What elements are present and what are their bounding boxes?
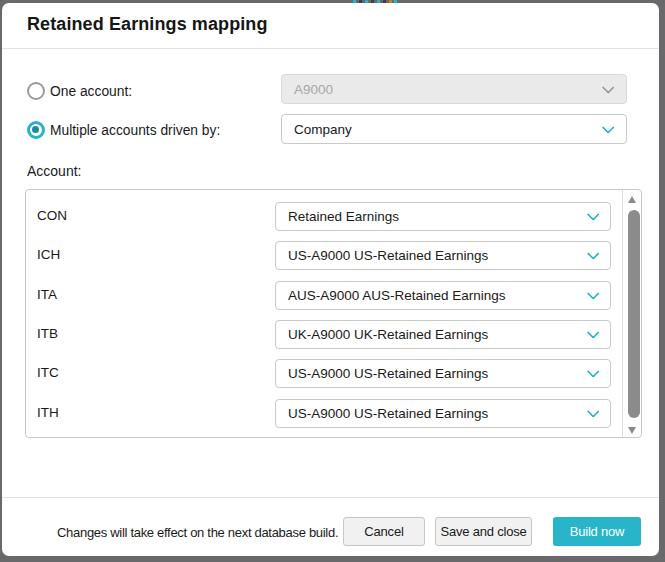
chevron-down-icon xyxy=(587,287,599,299)
account-code: ITB xyxy=(37,326,58,341)
account-select-value: UK-A9000 UK-Retained Earnings xyxy=(288,327,488,342)
account-section-label: Account: xyxy=(27,163,81,179)
chevron-down-icon xyxy=(587,326,599,338)
account-select[interactable]: AUS-A9000 AUS-Retained Earnings xyxy=(275,281,611,310)
scrollbar[interactable] xyxy=(622,190,641,437)
cancel-button[interactable]: Cancel xyxy=(343,517,425,546)
scroll-up-icon[interactable] xyxy=(628,196,636,203)
one-account-select: A9000 xyxy=(281,74,627,104)
multiple-accounts-label: Multiple accounts driven by: xyxy=(50,123,220,138)
account-select[interactable]: Retained Earnings xyxy=(275,202,611,231)
chevron-down-icon xyxy=(587,405,599,417)
account-select[interactable]: US-A9000 US-Retained Earnings xyxy=(275,359,611,388)
multiple-accounts-radio[interactable] xyxy=(27,121,45,139)
account-select-value: Retained Earnings xyxy=(288,209,399,224)
chevron-down-icon xyxy=(602,121,614,133)
retained-earnings-mapping-dialog: Retained Earnings mapping One account: A… xyxy=(2,3,659,556)
account-code: ICH xyxy=(37,247,60,262)
scrollbar-thumb[interactable] xyxy=(628,210,640,418)
dialog-title: Retained Earnings mapping xyxy=(27,14,268,35)
header-divider xyxy=(2,48,659,49)
account-select-value: US-A9000 US-Retained Earnings xyxy=(288,366,488,381)
account-select[interactable]: US-A9000 US-Retained Earnings xyxy=(275,241,611,270)
save-and-close-button[interactable]: Save and close xyxy=(435,517,532,546)
footer-divider xyxy=(2,497,659,498)
account-mapping-panel: CON Retained Earnings ICH US-A9000 US-Re… xyxy=(25,189,642,438)
chevron-down-icon xyxy=(587,208,599,220)
footer-note: Changes will take effect on the next dat… xyxy=(57,525,338,540)
build-now-button[interactable]: Build now xyxy=(553,517,641,546)
driven-by-select[interactable]: Company xyxy=(281,114,627,144)
account-code: ITH xyxy=(37,405,59,420)
account-select-value: US-A9000 US-Retained Earnings xyxy=(288,248,488,263)
one-account-radio[interactable] xyxy=(27,82,45,100)
account-select[interactable]: US-A9000 US-Retained Earnings xyxy=(275,399,611,428)
account-select-value: US-A9000 US-Retained Earnings xyxy=(288,406,488,421)
scroll-down-icon[interactable] xyxy=(628,427,636,434)
driven-by-select-value: Company xyxy=(294,122,352,137)
account-code: CON xyxy=(37,208,67,223)
chevron-down-icon xyxy=(602,81,614,93)
chevron-down-icon xyxy=(587,365,599,377)
one-account-select-value: A9000 xyxy=(294,82,333,97)
account-select-value: AUS-A9000 AUS-Retained Earnings xyxy=(288,288,506,303)
one-account-label: One account: xyxy=(50,84,132,99)
account-select[interactable]: UK-A9000 UK-Retained Earnings xyxy=(275,320,611,349)
account-code: ITA xyxy=(37,287,57,302)
chevron-down-icon xyxy=(587,247,599,259)
account-code: ITC xyxy=(37,365,59,380)
